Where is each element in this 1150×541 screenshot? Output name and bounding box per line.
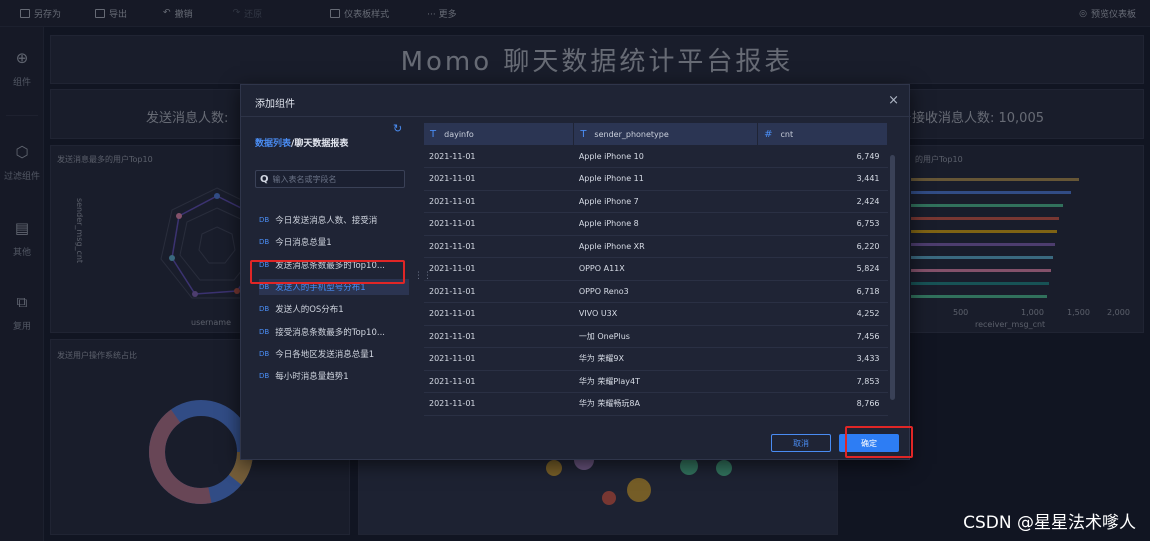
- dialog-header: 添加组件 ×: [241, 85, 911, 117]
- database-icon: DB: [259, 372, 270, 381]
- data-preview-table-wrap: Tdayinfo Tsender_phonetype # cnt 2021-11-01…: [424, 123, 898, 417]
- table-row: 2021-11-01 一加 OnePlus 7,456: [424, 325, 888, 348]
- database-icon: DB: [259, 327, 270, 336]
- close-icon[interactable]: ×: [888, 93, 899, 108]
- database-icon: DB: [259, 216, 270, 224]
- dataset-list-item[interactable]: DB 今日各地区发送消息总量1: [259, 346, 409, 362]
- dataset-label: 今日各地区发送消息总量1: [275, 349, 375, 360]
- dataset-list-item[interactable]: DB 发送人的OS分布1: [259, 301, 409, 317]
- text-type-icon: T: [430, 128, 437, 140]
- table-cell: Apple iPhone 7: [573, 190, 758, 213]
- table-row: 2021-11-01 华为 荣耀畅玩8A 8,766: [424, 392, 888, 416]
- highlight-box-confirm: [845, 426, 913, 458]
- table-cell: 2021-11-01: [424, 392, 574, 416]
- column-header-dayinfo[interactable]: Tdayinfo: [424, 123, 575, 145]
- refresh-icon[interactable]: ↻: [393, 122, 402, 135]
- data-preview-table: Tdayinfo Tsender_phonetype # cnt 2021-11-01…: [424, 123, 888, 416]
- table-cell: 4,252: [757, 302, 888, 326]
- dialog-title: 添加组件: [255, 99, 295, 110]
- breadcrumb: 数据列表/聊天数据报表: [255, 136, 348, 149]
- table-cell: OPPO A11X: [573, 257, 758, 281]
- database-icon: DB: [259, 282, 270, 291]
- column-header-sender_phonetype[interactable]: Tsender_phonetype: [573, 123, 759, 145]
- cancel-button[interactable]: 取消: [771, 434, 831, 452]
- table-cell: 2021-11-01: [424, 302, 574, 326]
- table-cell: 2021-11-01: [424, 167, 574, 191]
- table-cell: 一加 OnePlus: [573, 325, 758, 348]
- dataset-label: 今日消息总量1: [275, 238, 332, 249]
- column-header-label: sender_phonetype: [594, 129, 669, 139]
- table-cell: 2021-11-01: [424, 257, 574, 281]
- dataset-list-item[interactable]: DB 接受消息条数最多的Top10...: [259, 324, 409, 340]
- table-row: 2021-11-01 Apple iPhone 10 6,749: [424, 145, 888, 168]
- table-cell: 华为 荣耀Play4T: [573, 370, 758, 393]
- table-row: 2021-11-01 华为 荣耀9X 3,433: [424, 347, 888, 371]
- table-cell: 2021-11-01: [424, 280, 574, 303]
- dataset-label: 今日发送消息人数、接受消: [275, 216, 378, 226]
- table-cell: 华为 荣耀9X: [573, 347, 758, 371]
- table-cell: 2021-11-01: [424, 347, 574, 371]
- table-row: 2021-11-01 Apple iPhone XR 6,220: [424, 235, 888, 258]
- table-cell: 2,424: [757, 190, 888, 213]
- table-cell: 2021-11-01: [424, 212, 574, 236]
- dataset-list-item[interactable]: DB 今日发送消息人数、接受消: [259, 212, 409, 228]
- table-row: 2021-11-01 VIVO U3X 4,252: [424, 302, 888, 326]
- table-cell: 5,824: [757, 257, 888, 281]
- table-cell: 6,753: [757, 212, 888, 236]
- table-cell: OPPO Reno3: [573, 280, 758, 303]
- search-icon: Q: [260, 173, 269, 185]
- text-type-icon: T: [580, 128, 587, 140]
- database-icon: DB: [259, 305, 270, 314]
- database-icon: DB: [259, 238, 270, 247]
- table-row: 2021-11-01 OPPO A11X 5,824: [424, 257, 888, 281]
- table-cell: Apple iPhone 11: [573, 167, 758, 191]
- table-cell: 华为 荣耀畅玩8A: [573, 392, 758, 416]
- column-header-label: dayinfo: [444, 129, 474, 139]
- dataset-list-item[interactable]: DB 今日消息总量1: [259, 234, 409, 250]
- column-header-cnt[interactable]: # cnt: [757, 123, 888, 145]
- table-cell: 7,456: [757, 325, 888, 348]
- table-row: 2021-11-01 Apple iPhone 8 6,753: [424, 212, 888, 236]
- table-cell: 2021-11-01: [424, 190, 574, 213]
- table-row: 2021-11-01 Apple iPhone 11 3,441: [424, 167, 888, 191]
- table-row: 2021-11-01 Apple iPhone 7 2,424: [424, 190, 888, 213]
- table-cell: VIVO U3X: [573, 302, 758, 326]
- table-cell: 6,749: [757, 145, 888, 168]
- breadcrumb-current: 聊天数据报表: [294, 139, 349, 149]
- search-input[interactable]: [272, 174, 393, 184]
- table-cell: 2021-11-01: [424, 235, 574, 258]
- breadcrumb-link-data-list[interactable]: 数据列表: [255, 139, 291, 149]
- dataset-label: 接受消息条数最多的Top10...: [275, 327, 385, 338]
- dialog-footer: 取消 确定: [241, 421, 911, 461]
- number-type-icon: #: [764, 128, 773, 140]
- table-cell: Apple iPhone XR: [573, 235, 758, 258]
- table-header-row: Tdayinfo Tsender_phonetype # cnt: [424, 123, 888, 145]
- table-body: 2021-11-01 Apple iPhone 10 6,749 2021-11-01…: [424, 145, 888, 416]
- search-box[interactable]: Q: [255, 170, 405, 188]
- dataset-label: 每小时消息量趋势1: [275, 372, 349, 383]
- table-cell: 3,441: [757, 167, 888, 191]
- table-cell: Apple iPhone 8: [573, 212, 758, 236]
- column-header-label: cnt: [780, 129, 794, 139]
- table-cell: 2021-11-01: [424, 370, 574, 393]
- table-cell: 2021-11-01: [424, 325, 574, 348]
- database-icon: DB: [259, 349, 270, 358]
- table-cell: 6,220: [757, 235, 888, 258]
- highlight-box-selected-dataset: [250, 260, 405, 284]
- table-scrollbar[interactable]: [890, 155, 895, 400]
- dataset-label: 发送人的OS分布1: [275, 305, 344, 316]
- table-row: 2021-11-01 OPPO Reno3 6,718: [424, 280, 888, 303]
- table-cell: 7,853: [757, 370, 888, 393]
- dataset-list-item[interactable]: DB 每小时消息量趋势1: [259, 368, 409, 384]
- table-row: 2021-11-01 华为 荣耀Play4T 7,853: [424, 370, 888, 393]
- watermark-text: CSDN @星星法术嗲人: [963, 513, 1136, 533]
- table-cell: 2021-11-01: [424, 145, 574, 168]
- table-cell: Apple iPhone 10: [573, 145, 758, 168]
- table-cell: 8,766: [757, 392, 888, 416]
- table-cell: 6,718: [757, 280, 888, 303]
- table-cell: 3,433: [757, 347, 888, 371]
